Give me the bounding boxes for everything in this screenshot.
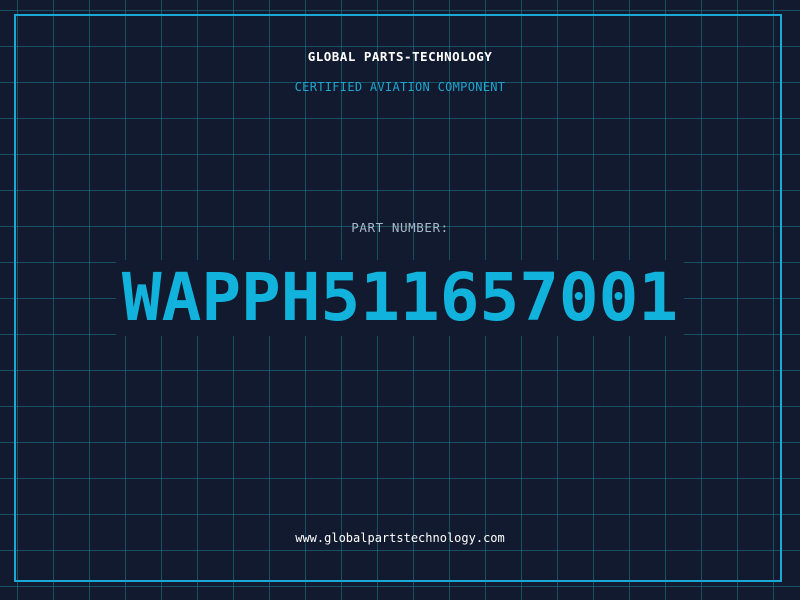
brand-name: GLOBAL PARTS-TECHNOLOGY [307,49,493,64]
part-number-label: PART NUMBER: [351,220,449,235]
label-card: GLOBAL PARTS-TECHNOLOGY CERTIFIED AVIATI… [0,0,800,600]
part-number-container: WAPPH511657001 [0,258,800,338]
certification-subtitle: CERTIFIED AVIATION COMPONENT [294,80,506,94]
website-url: www.globalpartstechnology.com [295,531,505,545]
part-number-value: WAPPH511657001 [115,260,685,336]
